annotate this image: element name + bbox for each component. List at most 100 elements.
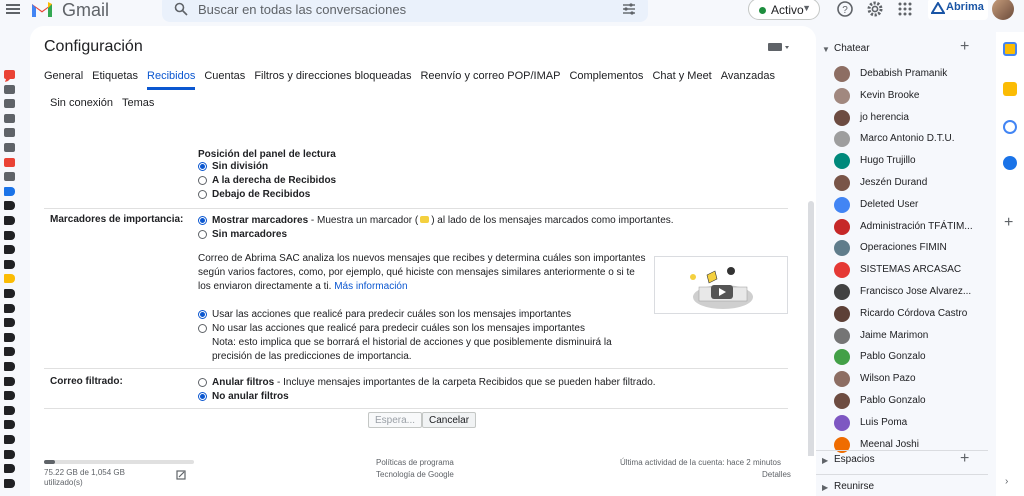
chat-contact[interactable]: Wilson Pazo	[834, 369, 988, 389]
label-icon[interactable]	[4, 274, 15, 284]
radio-show-markers[interactable]	[198, 216, 207, 225]
tab-general[interactable]: General	[44, 70, 83, 90]
gmail-logo-icon[interactable]	[30, 0, 54, 18]
chat-contact[interactable]: Francisco Jose Alvarez...	[834, 282, 988, 302]
chat-contact[interactable]: Kevin Brooke	[834, 86, 988, 106]
tab-offline[interactable]: Sin conexión	[50, 97, 113, 115]
label-icon[interactable]	[4, 201, 15, 211]
label-icon[interactable]	[4, 230, 15, 240]
chat-contact[interactable]: Marco Antonio D.T.U.	[834, 129, 988, 149]
radio-use-actions[interactable]	[198, 310, 207, 319]
tab-forwarding[interactable]: Reenvío y correo POP/IMAP	[420, 70, 560, 90]
get-addons-plus-icon[interactable]: +	[1004, 214, 1013, 232]
draft-icon[interactable]	[4, 143, 15, 152]
chat-contact[interactable]: Jeszén Durand	[834, 173, 988, 193]
label-icon[interactable]	[4, 449, 15, 459]
label-icon[interactable]	[4, 420, 15, 430]
cancel-button[interactable]: Cancelar	[422, 412, 477, 428]
chevron-right-icon[interactable]: ›	[1005, 476, 1008, 487]
apps-grid-icon[interactable]	[896, 0, 914, 18]
tab-accounts[interactable]: Cuentas	[204, 70, 245, 90]
help-icon[interactable]: ?	[836, 0, 854, 18]
radio-below-inbox[interactable]	[198, 190, 207, 199]
learn-more-link[interactable]: Más información	[334, 281, 407, 292]
calendar-icon[interactable]	[1003, 42, 1017, 56]
chevron-down-icon[interactable]: ▼	[822, 45, 830, 54]
organization-logo[interactable]: Abrima	[928, 0, 988, 20]
chat-contact[interactable]: Pablo Gonzalo	[834, 391, 988, 411]
chat-contact[interactable]: Luis Poma	[834, 413, 988, 433]
label-icon[interactable]	[4, 318, 15, 328]
radio-no-override-filters[interactable]	[198, 392, 207, 401]
chat-contact[interactable]: Debabish Pramanik	[834, 64, 988, 84]
search-bar[interactable]: Buscar en todas las conversaciones	[162, 0, 648, 22]
main-menu-icon[interactable]	[6, 2, 20, 16]
tab-addons[interactable]: Complementos	[569, 70, 643, 90]
chevron-right-icon[interactable]: ▶	[822, 456, 828, 465]
save-changes-button[interactable]: Espera...	[368, 412, 423, 428]
chat-contact[interactable]: Pablo Gonzalo	[834, 347, 988, 367]
label-icon[interactable]	[4, 435, 15, 444]
open-storage-icon[interactable]	[176, 470, 186, 480]
chat-contact[interactable]: Administración TFÁTIM...	[834, 217, 988, 237]
send-icon[interactable]	[4, 128, 15, 138]
clock-icon[interactable]	[4, 99, 15, 109]
chat-contact[interactable]: Ricardo Córdova Castro	[834, 304, 988, 324]
star-icon[interactable]	[4, 84, 15, 94]
search-icon[interactable]	[174, 2, 188, 16]
chat-contact[interactable]: Hugo Trujillo	[834, 151, 988, 171]
radio-no-markers[interactable]	[198, 230, 207, 239]
label-icon[interactable]	[4, 405, 15, 415]
meet-header[interactable]: Reunirse	[834, 481, 874, 492]
chat-contact[interactable]: jo herencia	[834, 108, 988, 128]
label-icon[interactable]	[4, 186, 15, 196]
label-icon[interactable]	[4, 347, 15, 357]
importance-video-thumbnail[interactable]	[654, 256, 788, 314]
tab-inbox[interactable]: Recibidos	[147, 70, 196, 90]
label-icon[interactable]	[4, 464, 15, 474]
label-icon[interactable]	[4, 332, 15, 342]
chat-contact[interactable]: Operaciones FIMIN	[834, 238, 988, 258]
spaces-header[interactable]: Espacios	[834, 454, 875, 465]
account-avatar[interactable]	[992, 0, 1014, 20]
chat-contact[interactable]: SISTEMAS ARCASAC	[834, 260, 988, 280]
tab-advanced[interactable]: Avanzadas	[721, 70, 775, 90]
chat-header[interactable]: Chatear	[834, 43, 870, 54]
spam-icon[interactable]	[4, 157, 15, 167]
label-icon[interactable]	[4, 376, 15, 386]
tab-themes[interactable]: Temas	[122, 97, 154, 115]
tasks-icon[interactable]	[1003, 120, 1017, 134]
contacts-icon[interactable]	[1003, 156, 1017, 170]
search-options-icon[interactable]	[622, 2, 636, 16]
label-icon[interactable]	[4, 303, 15, 313]
label-icon[interactable]	[4, 216, 15, 225]
label-icon[interactable]	[4, 245, 15, 255]
label-icon[interactable]	[4, 259, 15, 269]
radio-no-actions[interactable]	[198, 324, 207, 333]
new-chat-plus-icon[interactable]: +	[960, 38, 969, 56]
settings-scrollbar[interactable]	[808, 201, 814, 471]
chat-contact[interactable]: Jaime Marimon	[834, 326, 988, 346]
tab-chat-meet[interactable]: Chat y Meet	[652, 70, 711, 90]
label-important-icon[interactable]	[4, 113, 15, 123]
status-selector[interactable]: Activo ▼	[748, 0, 820, 20]
new-space-plus-icon[interactable]: +	[960, 450, 969, 468]
label-icon[interactable]	[4, 391, 15, 401]
keyboard-icon[interactable]	[768, 42, 790, 52]
inbox-icon[interactable]	[4, 70, 15, 79]
radio-override-filters[interactable]	[198, 378, 207, 387]
details-link[interactable]: Detalles	[762, 470, 791, 480]
label-icon[interactable]	[4, 362, 15, 371]
trash-icon[interactable]	[4, 172, 15, 182]
tab-filters[interactable]: Filtros y direcciones bloqueadas	[254, 70, 411, 90]
chat-contact[interactable]: Deleted User	[834, 195, 988, 215]
program-policies-link[interactable]: Políticas de programa	[376, 458, 454, 468]
radio-no-split[interactable]	[198, 162, 207, 171]
search-input[interactable]: Buscar en todas las conversaciones	[198, 2, 406, 17]
keep-icon[interactable]	[1003, 82, 1017, 96]
chevron-right-icon[interactable]: ▶	[822, 483, 828, 492]
gear-icon[interactable]	[866, 0, 884, 18]
tab-labels[interactable]: Etiquetas	[92, 70, 138, 90]
radio-right-of-inbox[interactable]	[198, 176, 207, 185]
label-icon[interactable]	[4, 478, 15, 488]
